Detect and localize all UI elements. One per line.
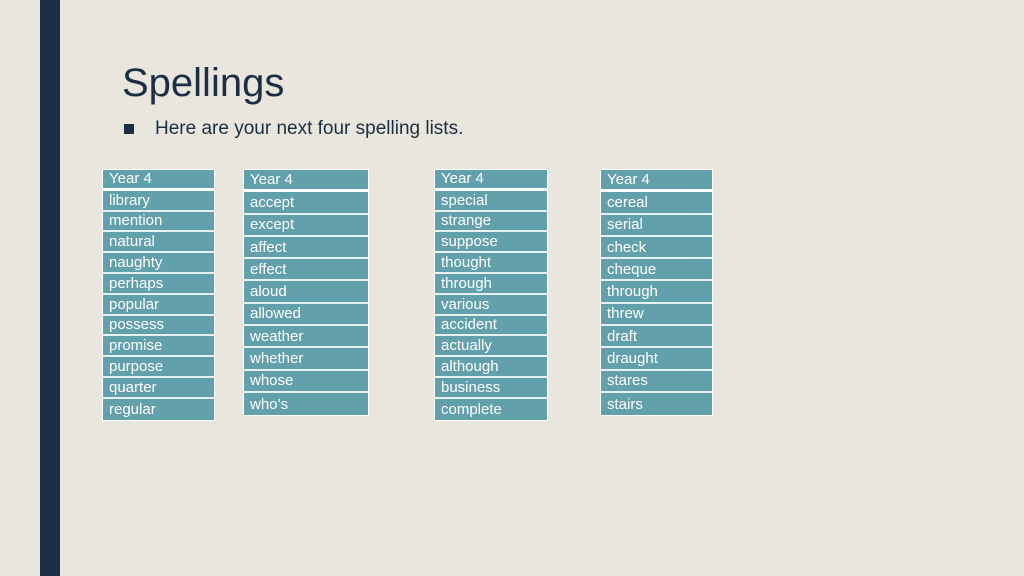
- word-cell: whose: [244, 370, 368, 393]
- word-cell: aloud: [244, 281, 368, 304]
- list-header: Year 4: [103, 170, 214, 191]
- word-cell: mention: [103, 211, 214, 233]
- word-cell: affect: [244, 236, 368, 260]
- word-cell: draft: [601, 326, 712, 349]
- slide-title: Spellings: [122, 61, 285, 105]
- word-cell: suppose: [435, 232, 547, 254]
- word-cell: business: [435, 377, 547, 399]
- accent-bar: [40, 0, 60, 576]
- word-cell: although: [435, 357, 547, 378]
- word-cell: accident: [435, 315, 547, 337]
- word-cell: threw: [601, 303, 712, 327]
- word-cell: natural: [103, 232, 214, 254]
- word-cell: accept: [244, 192, 368, 215]
- word-cell: promise: [103, 336, 214, 358]
- word-cell: stairs: [601, 392, 712, 416]
- word-cell: draught: [601, 348, 712, 371]
- list-header: Year 4: [244, 170, 368, 193]
- word-cell: quarter: [103, 377, 214, 399]
- word-cell: perhaps: [103, 273, 214, 295]
- word-cell: naughty: [103, 253, 214, 274]
- spelling-list-1: Year 4 library mention natural naughty perhap…: [102, 169, 215, 421]
- word-cell: various: [435, 294, 547, 316]
- word-cell: serial: [601, 214, 712, 237]
- word-cell: thought: [435, 253, 547, 274]
- word-cell: actually: [435, 336, 547, 358]
- list-header: Year 4: [435, 170, 547, 191]
- list-header: Year 4: [601, 170, 712, 193]
- spelling-list-3: Year 4 special strange suppose thought throug…: [434, 169, 548, 421]
- word-cell: cereal: [601, 192, 712, 215]
- word-cell: through: [435, 273, 547, 295]
- word-cell: library: [103, 190, 214, 212]
- word-cell: popular: [103, 294, 214, 316]
- word-cell: except: [244, 214, 368, 237]
- word-cell: special: [435, 190, 547, 212]
- spelling-list-4: Year 4 cereal serial check cheque through thre…: [600, 169, 713, 417]
- word-cell: who’s: [244, 392, 368, 416]
- square-bullet-icon: [124, 124, 134, 134]
- word-cell: effect: [244, 259, 368, 282]
- word-cell: complete: [435, 398, 547, 420]
- word-cell: regular: [103, 398, 214, 420]
- word-cell: cheque: [601, 259, 712, 282]
- bullet-text: Here are your next four spelling lists.: [155, 118, 464, 139]
- spelling-list-2: Year 4 accept except affect effect aloud allow…: [243, 169, 369, 417]
- word-cell: check: [601, 236, 712, 260]
- word-cell: purpose: [103, 357, 214, 378]
- word-cell: stares: [601, 370, 712, 393]
- word-cell: strange: [435, 211, 547, 233]
- word-cell: through: [601, 281, 712, 304]
- word-cell: whether: [244, 348, 368, 371]
- word-cell: weather: [244, 326, 368, 349]
- word-cell: possess: [103, 315, 214, 337]
- word-cell: allowed: [244, 303, 368, 327]
- bullet-item: Here are your next four spelling lists.: [124, 118, 463, 140]
